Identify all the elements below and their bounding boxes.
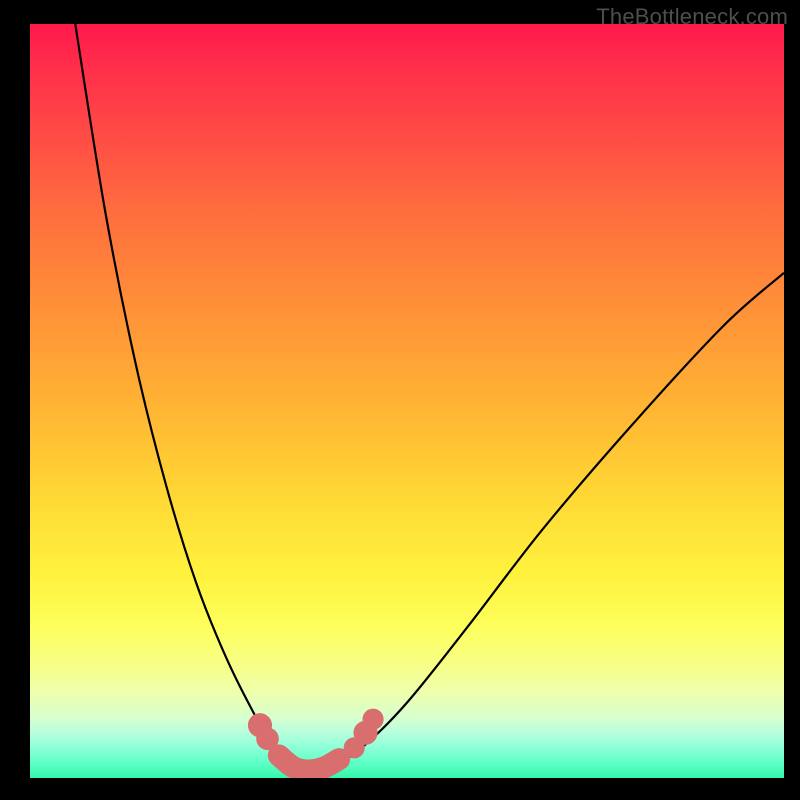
marker-group	[248, 709, 384, 759]
curve-marker	[363, 709, 384, 730]
outer-frame: TheBottleneck.com	[0, 0, 800, 800]
valley-marker-path	[279, 755, 339, 770]
curve-marker	[256, 727, 279, 750]
plot-area	[30, 24, 784, 778]
chart-svg	[30, 24, 784, 778]
right-curve	[309, 273, 784, 771]
watermark-label: TheBottleneck.com	[596, 4, 788, 30]
left-curve	[75, 24, 309, 770]
